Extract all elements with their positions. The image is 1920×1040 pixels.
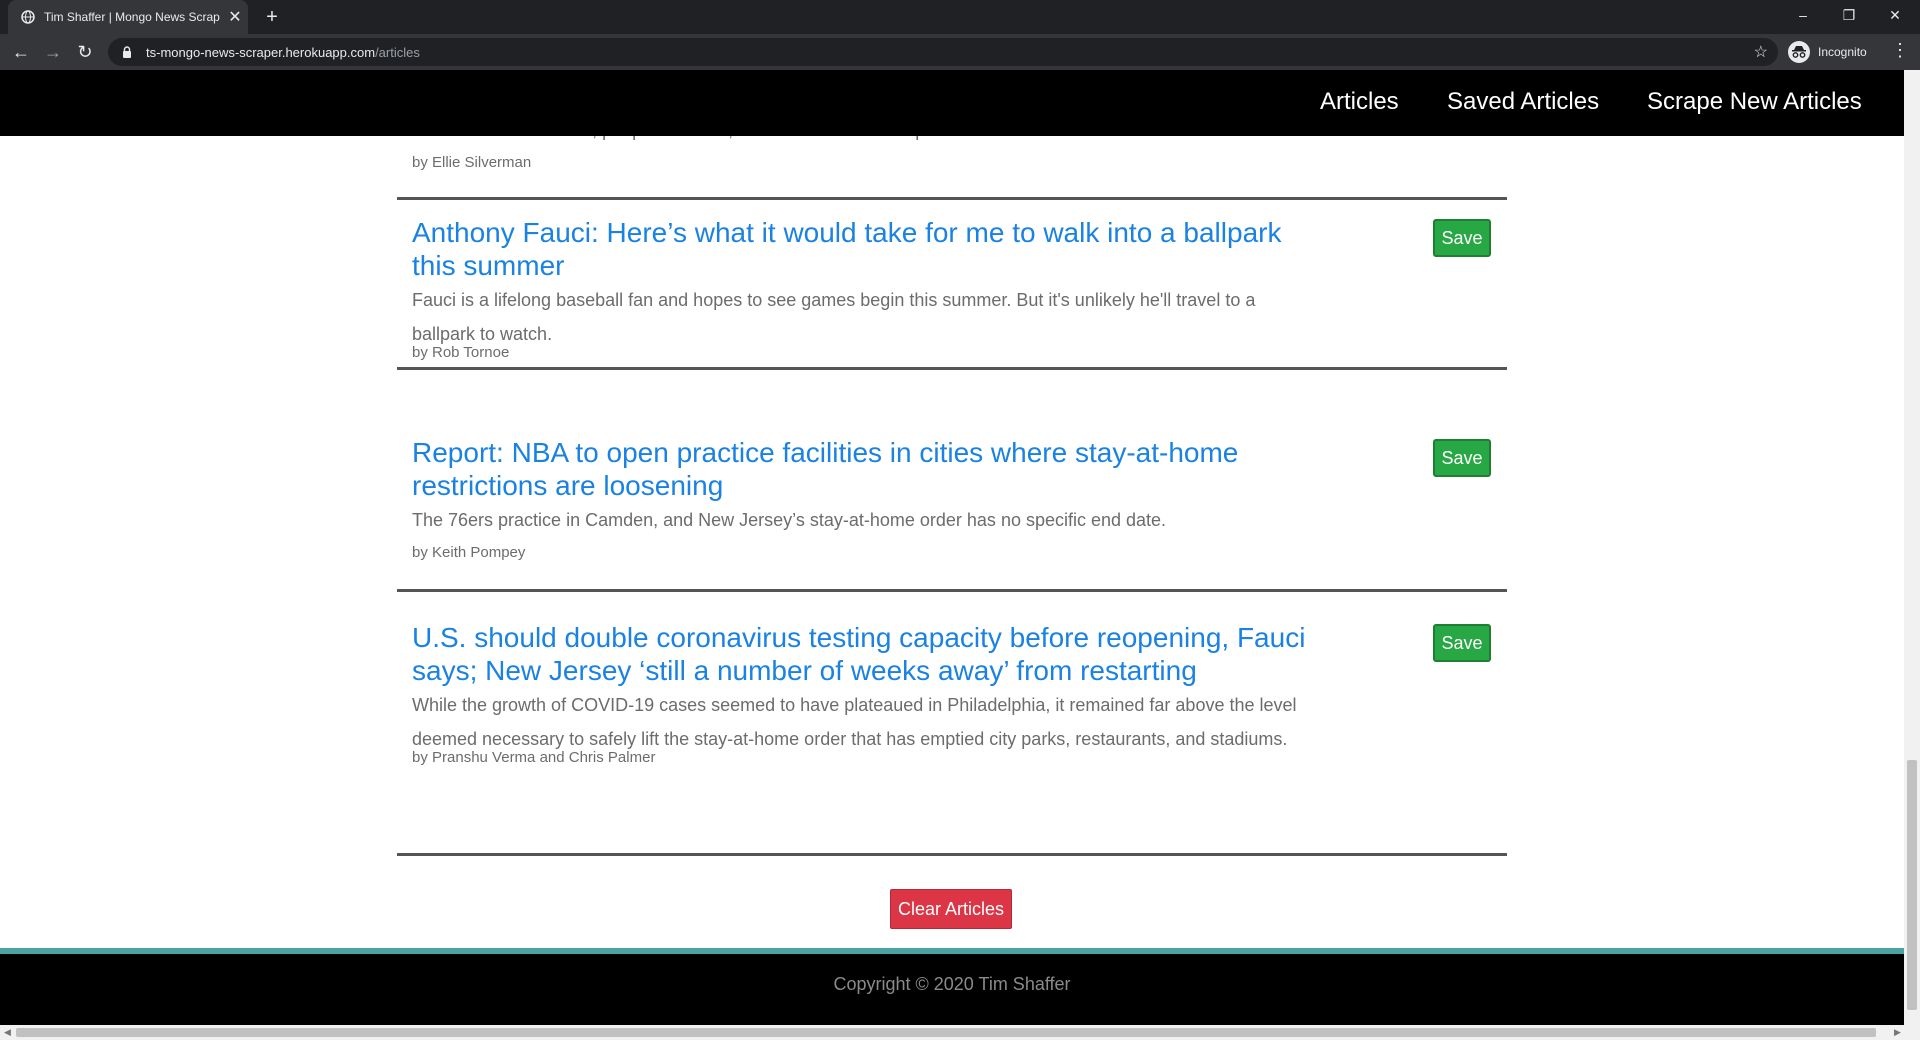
incognito-icon [1788,41,1810,63]
profile-label: Incognito [1818,45,1867,59]
article-card: Report: NBA to open practice facilities … [397,420,1507,592]
incognito-profile[interactable]: Incognito [1788,39,1867,65]
reload-icon[interactable]: ↻ [73,40,97,64]
article-card: Anthony Fauci: Here’s what it would take… [397,200,1507,370]
nav-articles-link[interactable]: Articles [1320,88,1399,116]
page-viewport: Articles Saved Articles Scrape New Artic… [0,70,1904,1025]
browser-tabstrip: Tim Shaffer | Mongo News Scraper ✕ + – ❐… [0,0,1920,34]
article-byline: by Ellie Silverman [412,154,532,171]
nav-saved-articles-link[interactable]: Saved Articles [1447,88,1599,116]
article-headline-link[interactable]: Anthony Fauci: Here’s what it would take… [412,216,1312,282]
article-summary: While the growth of COVID-19 cases seeme… [412,695,1297,749]
bookmark-star-icon[interactable]: ☆ [1754,42,1768,62]
article-byline: by Rob Tornoe [412,344,510,361]
browser-tab[interactable]: Tim Shaffer | Mongo News Scraper ✕ [8,0,248,34]
url-path: /articles [375,44,420,60]
horizontal-scrollbar-thumb[interactable] [16,1028,1876,1037]
site-navbar: Articles Saved Articles Scrape New Artic… [0,70,1904,136]
footer-copyright: Copyright © 2020 Tim Shaffer [833,974,1071,994]
save-article-button[interactable]: Save [1433,439,1491,477]
clear-articles-button[interactable]: Clear Articles [890,889,1012,929]
article-headline-link[interactable]: Report: NBA to open practice facilities … [412,436,1312,502]
scroll-right-icon[interactable]: ▶ [1890,1025,1905,1040]
lock-icon [120,45,134,59]
article-byline: by Keith Pompey [412,544,526,561]
address-bar[interactable]: ts-mongo-news-scraper.herokuapp.com/arti… [108,38,1778,66]
tab-title: Tim Shaffer | Mongo News Scraper [44,10,220,24]
article-summary: The 76ers practice in Camden, and New Je… [412,510,1167,530]
restore-icon[interactable]: ❐ [1826,0,1872,30]
url-host: ts-mongo-news-scraper.herokuapp.com [146,44,376,60]
tab-close-icon[interactable]: ✕ [226,7,244,27]
globe-icon [20,9,36,25]
browser-toolbar: ← → ↻ ts-mongo-news-scraper.herokuapp.co… [0,34,1920,70]
window-close-icon[interactable]: ✕ [1872,0,1918,30]
save-article-button[interactable]: Save [1433,219,1491,257]
article-byline: by Pranshu Verma and Chris Palmer [412,749,656,766]
browser-menu-icon[interactable]: ⋮ [1890,40,1910,61]
article-summary: Fauci is a lifelong baseball fan and hop… [412,290,1256,344]
article-headline-link[interactable]: U.S. should double coronavirus testing c… [412,621,1312,687]
back-arrow-icon[interactable]: ← [9,40,33,64]
forward-arrow-icon[interactable]: → [41,40,65,64]
new-tab-button[interactable]: + [260,5,284,29]
url-text: ts-mongo-news-scraper.herokuapp.com/arti… [146,45,420,60]
vertical-scrollbar-thumb[interactable] [1907,760,1917,1010]
scroll-left-icon[interactable]: ◀ [0,1025,15,1040]
nav-scrape-new-link[interactable]: Scrape New Articles [1647,88,1862,116]
vertical-scrollbar[interactable] [1904,70,1920,1025]
site-footer: Copyright © 2020 Tim Shaffer [0,948,1904,1025]
minimize-icon[interactable]: – [1780,0,1826,30]
save-article-button[interactable]: Save [1433,624,1491,662]
article-card: U.S. should double coronavirus testing c… [397,605,1507,856]
horizontal-scrollbar[interactable]: ◀ ▶ [0,1025,1920,1040]
